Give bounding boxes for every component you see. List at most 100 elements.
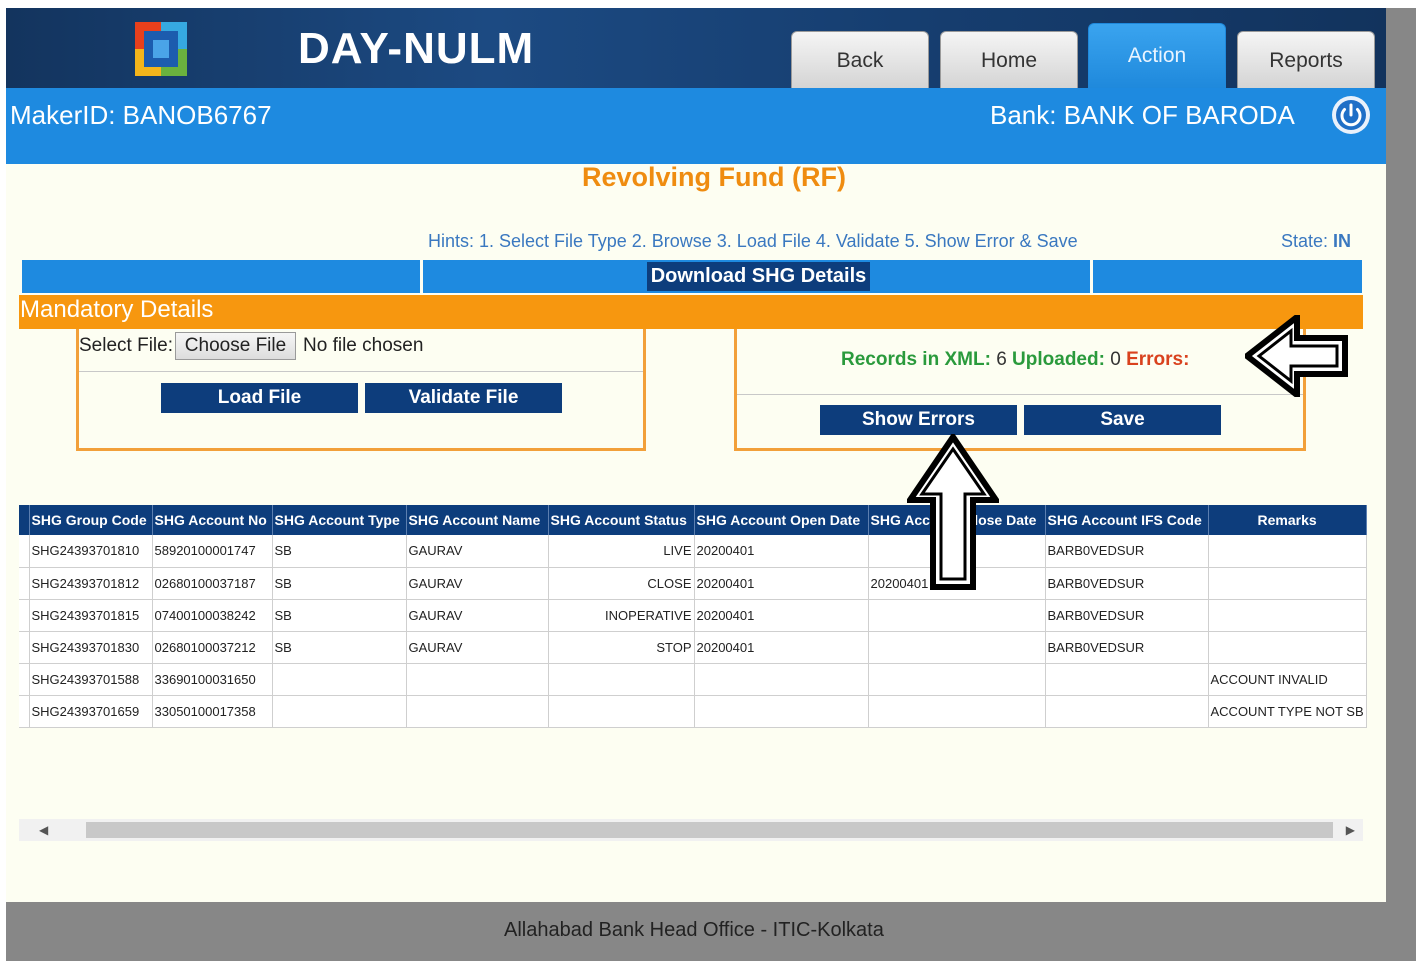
table-row[interactable]: SHG24393701830 02680100037212 SB GAURAV STOP…: [19, 631, 1367, 664]
table-cell: GAURAV: [406, 567, 549, 600]
validate-file-button[interactable]: Validate File: [365, 383, 562, 413]
table-cell: SHG24393701815: [29, 599, 153, 632]
errors-label: Errors:: [1126, 349, 1190, 370]
table-cell: SB: [272, 535, 407, 568]
table-cell: INOPERATIVE: [548, 599, 695, 632]
scrollbar-thumb[interactable]: [86, 822, 1333, 838]
table-cell: [19, 599, 30, 632]
left-arrow-icon: [1245, 315, 1348, 397]
column-header[interactable]: SHG Account Name: [406, 505, 549, 535]
up-arrow-icon: [907, 434, 999, 590]
tab-reports[interactable]: Reports: [1237, 31, 1375, 88]
table-cell: 07400100038242: [152, 599, 273, 632]
column-header[interactable]: SHG Account No: [152, 505, 273, 535]
tab-back[interactable]: Back: [791, 31, 929, 88]
table-row[interactable]: SHG24393701588 33690100031650 ACCOUNT INVA…: [19, 663, 1367, 696]
table-cell: 33690100031650: [152, 663, 273, 696]
page-title: Revolving Fund (RF): [582, 162, 846, 192]
column-header[interactable]: SHG Account IFS Code: [1045, 505, 1209, 535]
hints-text: Hints: 1. Select File Type 2. Browse 3. …: [428, 231, 1078, 251]
column-header[interactable]: SHG Account Open Date: [694, 505, 869, 535]
table-cell: BARB0VEDSUR: [1045, 535, 1209, 568]
table-cell: SHG24393701659: [29, 695, 153, 728]
table-cell: SHG24393701830: [29, 631, 153, 664]
table-cell: [19, 631, 30, 664]
table-row[interactable]: SHG24393701812 02680100037187 SB GAURAV CLOS…: [19, 567, 1367, 600]
table-cell: SB: [272, 599, 407, 632]
table-cell: 20200401: [694, 567, 869, 600]
table-cell: [868, 663, 1046, 696]
table-cell: ACCOUNT INVALID: [1208, 663, 1367, 696]
table-cell: [694, 663, 869, 696]
table-cell: [868, 599, 1046, 632]
records-in-xml-value: 6: [996, 349, 1007, 370]
scroll-right-icon[interactable]: ▶: [1346, 823, 1355, 837]
table-cell: [19, 535, 30, 568]
uploaded-value: 0: [1110, 349, 1121, 370]
divider: [1090, 260, 1093, 293]
column-header[interactable]: Remarks: [1208, 505, 1367, 535]
table-cell: BARB0VEDSUR: [1045, 631, 1209, 664]
horizontal-scrollbar[interactable]: ◀ ▶: [19, 819, 1363, 841]
table-cell: [406, 663, 549, 696]
table-row[interactable]: SHG24393701815 07400100038242 SB GAURAV INOP…: [19, 599, 1367, 632]
table-cell: [272, 695, 407, 728]
table-cell: [272, 663, 407, 696]
table-header-row: SHG Group Code SHG Account No SHG Account …: [19, 505, 1367, 535]
table-cell: SB: [272, 631, 407, 664]
table-cell: SB: [272, 567, 407, 600]
table-cell: LIVE: [548, 535, 695, 568]
table-cell: [19, 663, 30, 696]
table-cell: GAURAV: [406, 535, 549, 568]
column-header[interactable]: SHG Account Type: [272, 505, 407, 535]
show-errors-button[interactable]: Show Errors: [820, 405, 1017, 435]
state-label: State:: [1281, 231, 1329, 251]
table-row[interactable]: SHG24393701659 33050100017358 ACCOUNT TYPE…: [19, 695, 1367, 728]
tab-action[interactable]: Action: [1088, 23, 1226, 88]
choose-file-button[interactable]: Choose File: [175, 332, 296, 360]
save-button[interactable]: Save: [1024, 405, 1221, 435]
table-cell: [1208, 599, 1367, 632]
divider: [420, 260, 423, 293]
table-cell: BARB0VEDSUR: [1045, 567, 1209, 600]
column-header[interactable]: SHG Group Code: [29, 505, 153, 535]
power-icon[interactable]: [1331, 95, 1371, 135]
mandatory-details-header: Mandatory Details: [19, 295, 1363, 329]
tab-home[interactable]: Home: [940, 31, 1078, 88]
download-shg-details-button[interactable]: Download SHG Details: [647, 262, 870, 291]
scroll-left-icon[interactable]: ◀: [39, 823, 48, 837]
table-header-cell: [19, 505, 30, 535]
table-cell: [19, 695, 30, 728]
table-cell: [1208, 567, 1367, 600]
table-cell: [1208, 631, 1367, 664]
table-cell: 02680100037212: [152, 631, 273, 664]
uploaded-label: Uploaded:: [1012, 349, 1105, 370]
table-cell: [548, 695, 695, 728]
table-cell: 20200401: [694, 599, 869, 632]
day-nulm-logo: [135, 22, 187, 76]
file-name-text: No file chosen: [303, 335, 424, 356]
table-cell: [694, 695, 869, 728]
table-cell: 20200401: [694, 535, 869, 568]
state-indicator: State: IN: [1281, 231, 1351, 252]
column-header[interactable]: SHG Account Status: [548, 505, 695, 535]
table-cell: SHG24393701810: [29, 535, 153, 568]
table-cell: GAURAV: [406, 599, 549, 632]
table-cell: 02680100037187: [152, 567, 273, 600]
table-cell: GAURAV: [406, 631, 549, 664]
section-title: Mandatory Details: [20, 296, 214, 323]
maker-id: MakerID: BANOB6767: [10, 100, 272, 130]
load-file-button[interactable]: Load File: [161, 383, 358, 413]
table-cell: [1045, 695, 1209, 728]
table-cell: ACCOUNT TYPE NOT SB: [1208, 695, 1367, 728]
records-in-xml-label: Records in XML:: [841, 349, 991, 370]
table-cell: [1208, 535, 1367, 568]
footer-text: Allahabad Bank Head Office - ITIC-Kolkat…: [504, 919, 884, 941]
table-row[interactable]: SHG24393701810 58920100001747 SB GAURAV LIVE…: [19, 535, 1367, 568]
app-title: DAY-NULM: [298, 24, 535, 73]
table-cell: [19, 567, 30, 600]
records-summary: Records in XML: 6 Uploaded: 0 Errors:: [841, 349, 1189, 371]
shg-records-table: SHG Group Code SHG Account No SHG Account …: [19, 505, 1367, 728]
table-cell: [1045, 663, 1209, 696]
table-cell: [868, 695, 1046, 728]
